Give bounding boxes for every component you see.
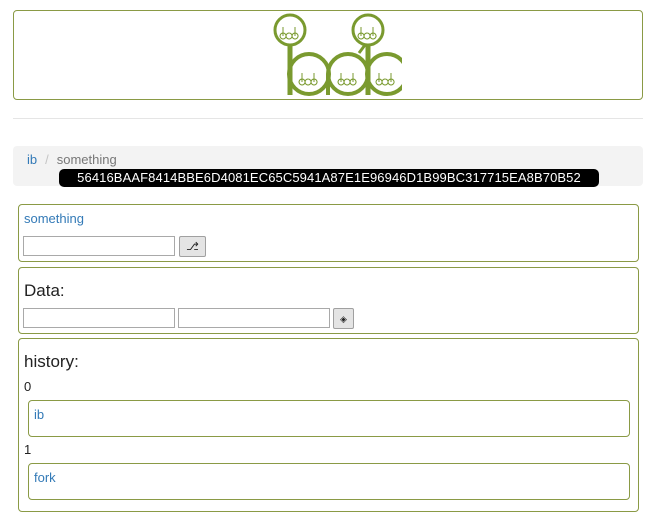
breadcrumb-item-root[interactable]: ib bbox=[27, 152, 37, 167]
hash-badge: 56416BAAF8414BBE6D4081EC65C5941A87E1E969… bbox=[59, 169, 599, 187]
branch-button[interactable]: ⎇ bbox=[179, 236, 206, 257]
history-index: 1 bbox=[24, 442, 32, 457]
history-title: history: bbox=[24, 352, 79, 371]
history-panel: history: 0 ib 1 fork bbox=[18, 338, 639, 512]
data-value-input[interactable] bbox=[178, 308, 330, 328]
history-item-link[interactable]: ib bbox=[34, 407, 44, 422]
history-index: 0 bbox=[24, 379, 32, 394]
data-panel: Data: ◈ bbox=[18, 267, 639, 334]
history-item: ib bbox=[28, 400, 630, 437]
add-data-button[interactable]: ◈ bbox=[333, 308, 354, 329]
bdb-logo-icon bbox=[273, 13, 402, 96]
data-key-input[interactable] bbox=[23, 308, 175, 328]
add-icon: ◈ bbox=[340, 313, 347, 324]
name-panel: something ⎇ bbox=[18, 204, 639, 262]
header-banner bbox=[13, 10, 643, 100]
breadcrumb-item-current: something bbox=[56, 152, 117, 167]
history-item: fork bbox=[28, 463, 630, 500]
divider bbox=[13, 118, 643, 119]
branch-icon: ⎇ bbox=[186, 240, 199, 253]
name-input[interactable] bbox=[23, 236, 175, 256]
data-title: Data: bbox=[24, 281, 65, 300]
breadcrumb-row: ib / something bbox=[27, 152, 117, 168]
history-item-link[interactable]: fork bbox=[34, 470, 56, 485]
name-link[interactable]: something bbox=[24, 211, 84, 226]
breadcrumb-separator: / bbox=[45, 152, 49, 167]
